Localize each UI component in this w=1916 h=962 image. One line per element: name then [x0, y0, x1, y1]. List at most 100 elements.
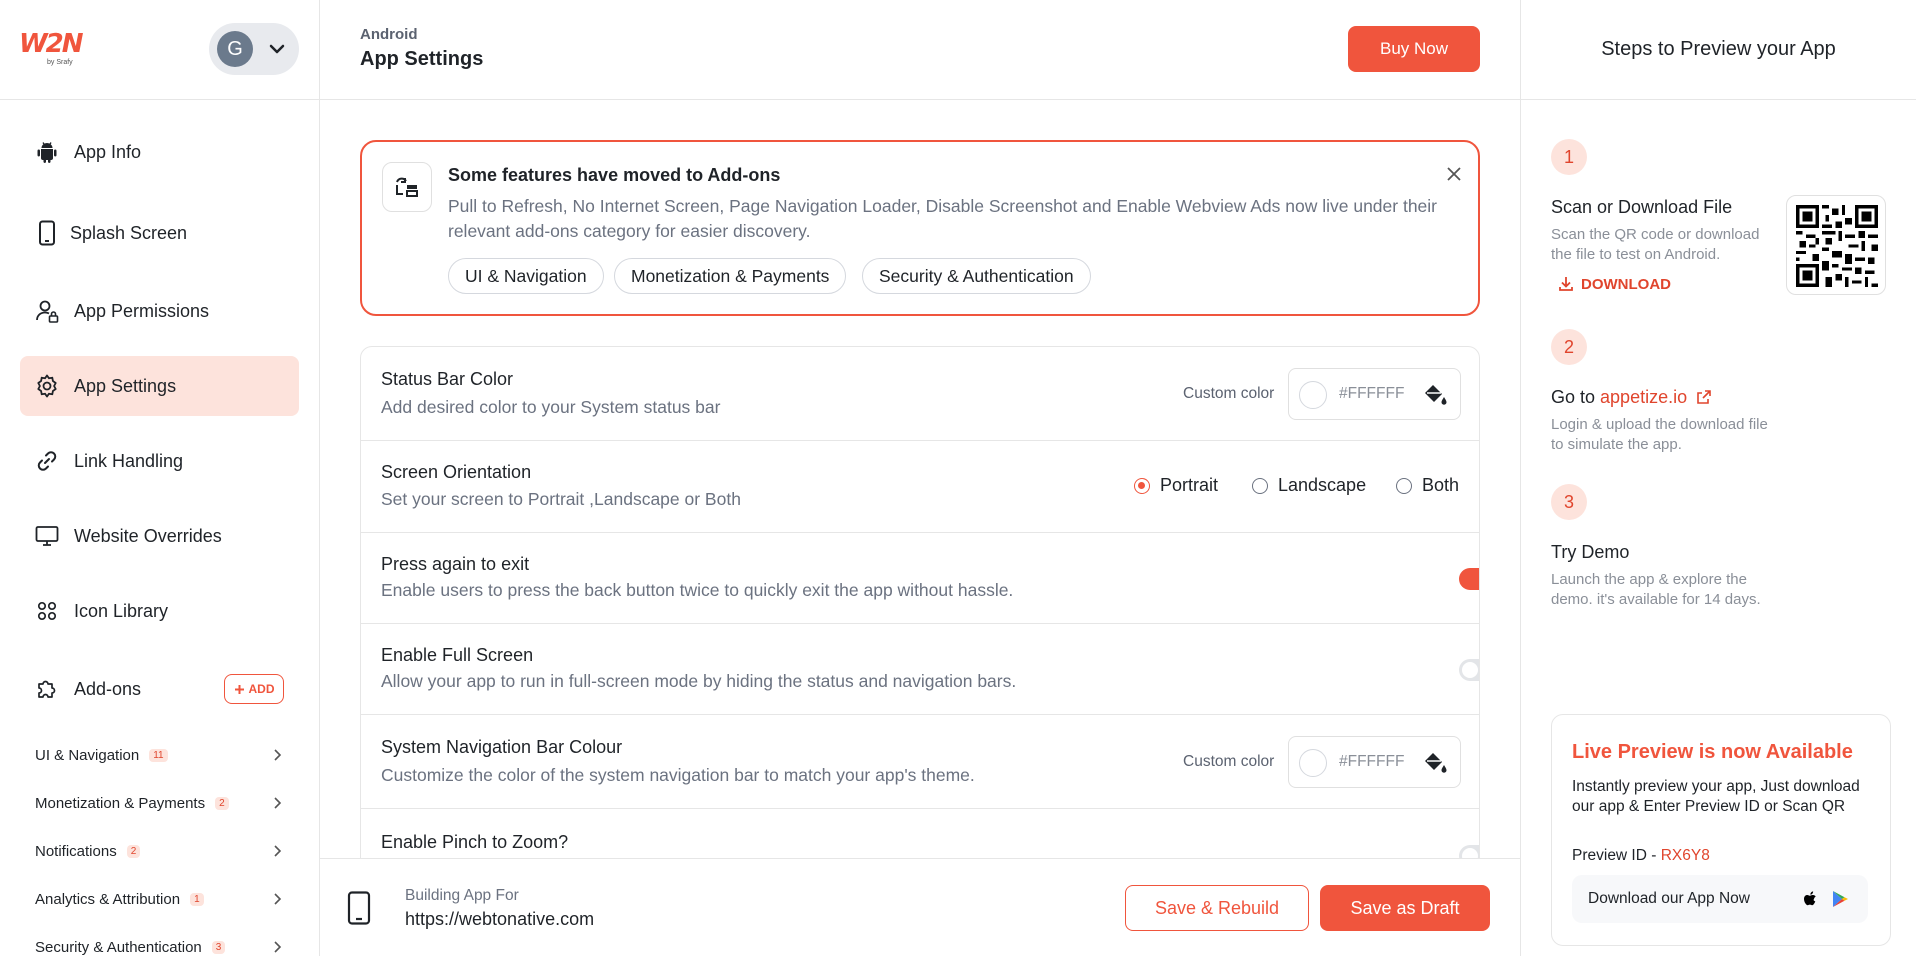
live-preview-card: Live Preview is now Available Instantly … [1551, 714, 1891, 946]
save-draft-button[interactable]: Save as Draft [1320, 885, 1490, 931]
brand-logo[interactable]: W2N by Srafy [19, 30, 84, 66]
setting-desc: Allow your app to run in full-screen mod… [381, 671, 1017, 691]
puzzle-icon [38, 680, 56, 698]
chevron-right-icon [274, 749, 282, 761]
addon-category-ui-navigation[interactable]: UI & Navigation 11 [35, 740, 285, 770]
count-badge: 11 [149, 748, 168, 762]
sidebar-item-website-overrides[interactable]: Website Overrides [20, 506, 299, 566]
orientation-portrait-radio[interactable]: Portrait [1134, 475, 1218, 496]
step-desc: Login & upload the download file to simu… [1551, 416, 1768, 453]
setting-full-screen: Enable Full Screen Allow your app to run… [361, 624, 1479, 715]
sidebar-item-label: App Permissions [74, 300, 210, 321]
download-app-label: Download our App Now [1588, 890, 1750, 907]
hex-value[interactable]: #FFFFFF [1339, 753, 1404, 771]
link-icon [37, 451, 57, 471]
sidebar-item-splash-screen[interactable]: Splash Screen [20, 203, 299, 263]
notice-title: Some features have moved to Add-ons [448, 165, 781, 185]
orientation-landscape-radio[interactable]: Landscape [1252, 475, 1366, 496]
sidebar-item-label: Splash Screen [70, 222, 188, 243]
preview-id-label: Preview ID - [1572, 847, 1661, 864]
radio-dot [1134, 477, 1150, 494]
logo-sub: by Srafy [47, 59, 73, 66]
category-label: Monetization & Payments [35, 794, 206, 812]
smartphone-icon [347, 891, 371, 925]
external-link-icon[interactable] [1696, 389, 1712, 405]
build-url: https://webtonative.com [405, 909, 595, 929]
setting-screen-orientation: Screen Orientation Set your screen to Po… [361, 441, 1479, 533]
sidebar-item-app-permissions[interactable]: App Permissions [20, 281, 299, 341]
setting-title: System Navigation Bar Colour [381, 737, 623, 757]
page-header: Android App Settings Buy Now [320, 0, 1520, 100]
addon-category-security[interactable]: Security & Authentication 3 [35, 932, 285, 962]
download-icon [1559, 277, 1573, 291]
custom-color-label: Custom color [1183, 753, 1275, 770]
preview-id-value[interactable]: RX6Y8 [1661, 847, 1710, 864]
chevron-right-icon [274, 797, 282, 809]
sidebar-item-app-settings[interactable]: App Settings [20, 356, 299, 416]
sidebar-item-icon-library[interactable]: Icon Library [20, 581, 299, 641]
close-icon[interactable] [1442, 162, 1466, 186]
setting-press-again-exit: Press again to exit Enable users to pres… [361, 533, 1479, 624]
preview-panel: Steps to Preview your App 1 Scan or Down… [1520, 0, 1916, 956]
orientation-both-radio[interactable]: Both [1396, 475, 1459, 496]
build-footer: Building App For https://webtonative.com… [320, 858, 1520, 956]
setting-title: Press again to exit [381, 554, 530, 574]
addons-move-icon [382, 162, 432, 212]
download-link[interactable]: DOWNLOAD [1557, 275, 1671, 293]
sidebar-item-label: Link Handling [74, 450, 184, 471]
step-desc: Scan the QR code or download the file to… [1551, 226, 1760, 263]
chip-ui-navigation[interactable]: UI & Navigation [448, 258, 604, 294]
step-number: 1 [1551, 139, 1587, 175]
add-label: ADD [248, 682, 275, 696]
addon-category-analytics[interactable]: Analytics & Attribution 1 [35, 884, 285, 914]
download-app-banner[interactable]: Download our App Now [1572, 875, 1868, 923]
chevron-right-icon [274, 941, 282, 953]
step-title: Go to appetize.io [1551, 387, 1712, 408]
custom-color-label: Custom color [1183, 385, 1275, 402]
full-screen-toggle[interactable] [1459, 659, 1479, 681]
step-number: 3 [1551, 484, 1587, 520]
step-title-prefix: Go to [1551, 387, 1601, 407]
build-label: Building App For [405, 887, 519, 904]
appetize-link[interactable]: appetize.io [1600, 387, 1687, 407]
sidebar-item-label: Add-ons [74, 678, 142, 699]
color-swatch[interactable] [1299, 749, 1327, 777]
setting-desc: Customize the color of the system naviga… [381, 765, 975, 785]
paint-bucket-icon[interactable] [1423, 383, 1449, 407]
hex-value[interactable]: #FFFFFF [1339, 385, 1404, 403]
chip-monetization[interactable]: Monetization & Payments [614, 258, 847, 294]
color-swatch[interactable] [1299, 381, 1327, 409]
press-exit-toggle[interactable] [1459, 568, 1479, 590]
buy-now-button[interactable]: Buy Now [1348, 26, 1480, 72]
main-panel: Android App Settings Buy Now Some featur… [320, 0, 1520, 956]
paint-bucket-icon[interactable] [1423, 751, 1449, 775]
setting-status-bar-color: Status Bar Color Add desired color to yo… [361, 347, 1479, 441]
sidebar-item-label: App Info [74, 141, 142, 162]
radio-dot [1252, 477, 1268, 494]
chip-security[interactable]: Security & Authentication [862, 258, 1091, 294]
status-bar-color-picker[interactable]: #FFFFFF [1288, 368, 1461, 420]
save-rebuild-button[interactable]: Save & Rebuild [1125, 885, 1309, 931]
step-desc: Launch the app & explore the demo. it's … [1551, 571, 1761, 608]
addon-category-monetization[interactable]: Monetization & Payments 2 [35, 788, 285, 818]
download-label: DOWNLOAD [1581, 275, 1671, 293]
page-title: App Settings [360, 48, 484, 70]
notice-text: Pull to Refresh, No Internet Screen, Pag… [448, 196, 1438, 241]
nav-bar-color-picker[interactable]: #FFFFFF [1288, 736, 1461, 788]
google-play-icon[interactable] [1830, 889, 1850, 909]
radio-dot [1396, 477, 1412, 494]
addon-category-notifications[interactable]: Notifications 2 [35, 836, 285, 866]
setting-desc: Enable users to press the back button tw… [381, 580, 1014, 600]
add-addon-button[interactable]: ADD [224, 674, 284, 704]
live-preview-text: Instantly preview your app, Just downloa… [1572, 778, 1860, 815]
chevron-right-icon [274, 893, 282, 905]
apple-icon[interactable] [1800, 889, 1820, 909]
count-badge: 1 [190, 892, 204, 906]
sidebar-item-link-handling[interactable]: Link Handling [20, 431, 299, 491]
live-preview-title: Live Preview is now Available [1572, 741, 1853, 763]
setting-title: Enable Pinch to Zoom? [381, 832, 569, 852]
user-menu[interactable]: G [209, 23, 299, 75]
chevron-down-icon [269, 44, 285, 54]
sidebar-item-app-info[interactable]: App Info [20, 122, 299, 182]
preview-title: Steps to Preview your App [1521, 0, 1916, 100]
